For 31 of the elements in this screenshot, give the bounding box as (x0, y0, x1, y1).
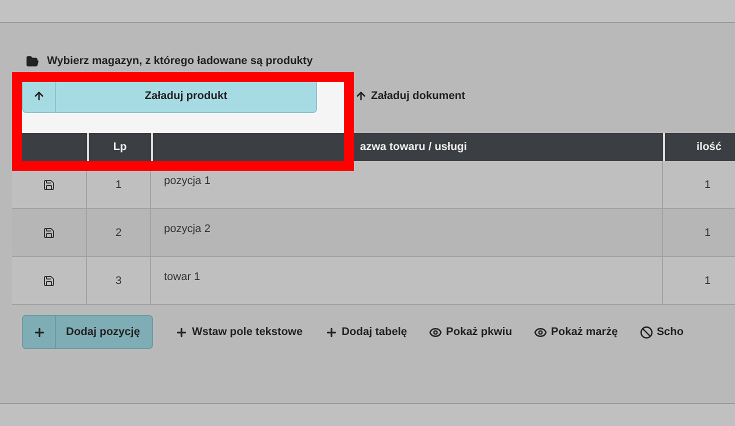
column-header: Lp (87, 133, 151, 161)
folder-icon (26, 54, 39, 68)
toolbar-link[interactable]: Scho (640, 326, 684, 338)
table-cell: 3 (87, 257, 151, 305)
toolbar-link[interactable]: Dodaj tabelę (324, 326, 408, 338)
upload-product-button[interactable]: Załaduj produkt (22, 79, 317, 113)
eye-icon (534, 326, 548, 338)
table-cell: 2 (87, 209, 151, 257)
plus-icon (32, 326, 46, 338)
table-cell: towar 1 (151, 257, 663, 305)
table-cell: 1 (663, 257, 735, 305)
eye-icon (429, 326, 442, 338)
add-item-button[interactable]: Dodaj pozycję (22, 315, 153, 349)
toolbar-link[interactable]: Pokaż marżę (534, 326, 618, 338)
save-icon[interactable] (43, 178, 55, 190)
upload-document-link[interactable]: Załaduj dokument (355, 90, 466, 102)
arrow-up-icon (33, 90, 45, 102)
save-icon[interactable] (43, 226, 55, 238)
plus-icon (324, 326, 338, 338)
plus-icon (174, 326, 188, 338)
column-header: ilość (663, 133, 735, 161)
ban-icon (640, 326, 653, 338)
toolbar-link[interactable]: Wstaw pole tekstowe (174, 326, 303, 338)
arrow-up-icon (355, 90, 367, 102)
table-cell: pozycja 2 (151, 209, 663, 257)
table-cell: 1 (663, 161, 735, 209)
warehouse-link[interactable]: Wybierz magazyn, z którego ładowane są produkty (47, 55, 313, 67)
save-icon[interactable] (43, 274, 55, 286)
toolbar-link[interactable]: Pokaż pkwiu (429, 326, 512, 338)
column-header: azwa towaru / usługi (151, 133, 663, 161)
table-cell: pozycja 1 (151, 161, 663, 209)
